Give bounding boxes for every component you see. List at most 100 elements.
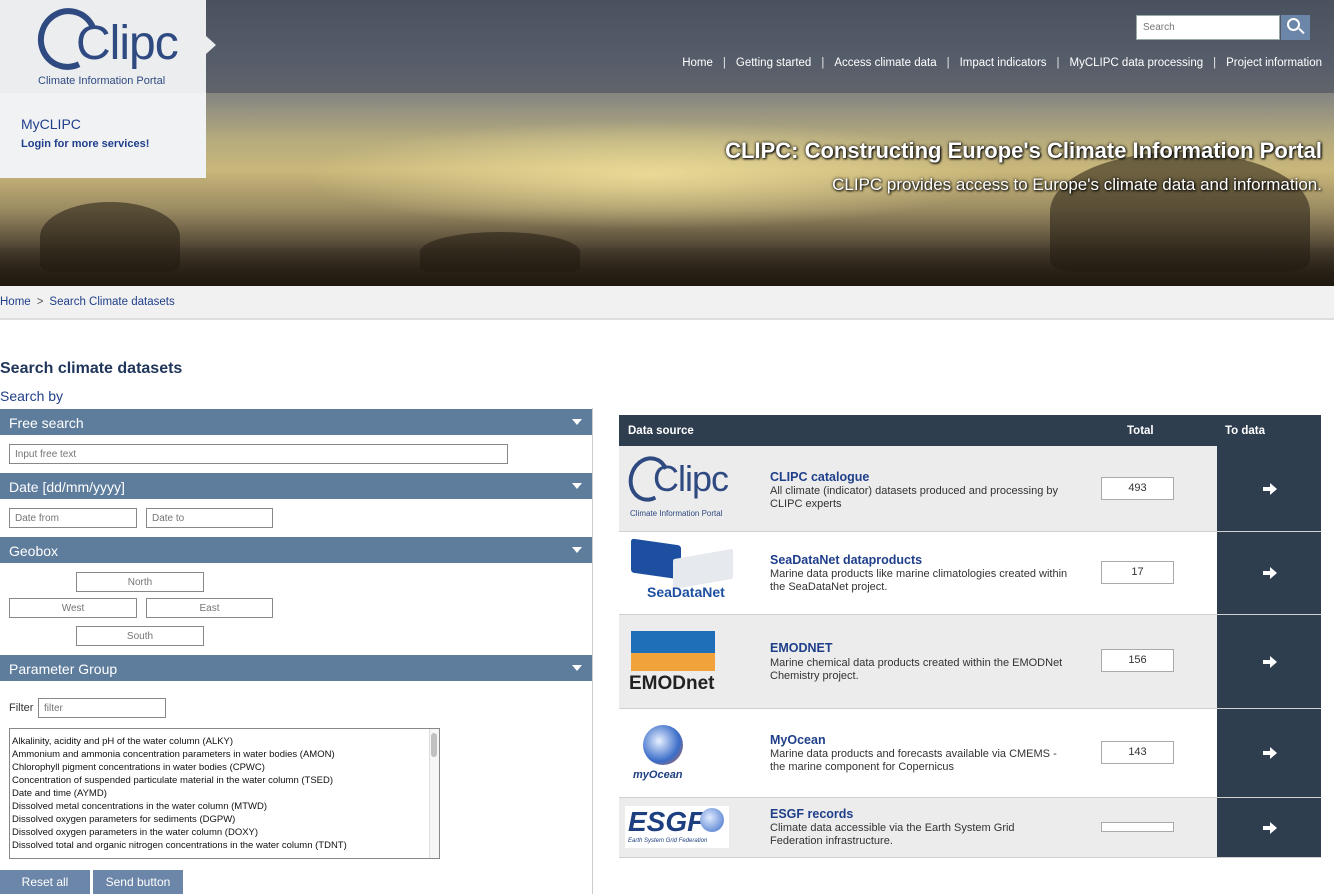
section-date-label: Date [dd/mm/yyyy]	[9, 479, 125, 495]
myclipc-title[interactable]: MyCLIPC	[21, 116, 81, 132]
row-description: All climate (indicator) datasets produce…	[770, 485, 1058, 510]
results-table-header: Data source Total To data	[619, 415, 1321, 446]
hero-title: CLIPC: Constructing Europe's Climate Inf…	[725, 138, 1322, 163]
nav-project-information[interactable]: Project information	[1226, 57, 1322, 69]
chevron-down-icon	[572, 419, 582, 425]
breadcrumb-current[interactable]: Search Climate datasets	[49, 296, 174, 308]
header-total: Total	[1127, 425, 1154, 437]
seadatanet-logo: SeaDataNet	[625, 538, 740, 606]
section-parameter-group[interactable]: Parameter Group	[0, 655, 592, 681]
header-data-source: Data source	[628, 425, 694, 437]
arrow-right-icon	[1263, 747, 1277, 759]
send-button[interactable]: Send button	[93, 870, 183, 894]
logo-subtitle: Climate Information Portal	[38, 75, 166, 87]
arrow-right-icon	[1263, 567, 1277, 579]
row-description: Marine chemical data products created wi…	[770, 657, 1063, 682]
table-row: EMODnet EMODNET Marine chemical data pro…	[619, 615, 1321, 709]
list-item[interactable]: Ammonium and ammonia concentration param…	[10, 748, 439, 761]
list-item[interactable]: Dissolved total and organic nitrogen con…	[10, 839, 439, 852]
row-description: Climate data accessible via the Earth Sy…	[770, 822, 1015, 847]
nav-myclipc-data-processing[interactable]: MyCLIPC data processing	[1070, 57, 1204, 69]
nav-getting-started[interactable]: Getting started	[736, 57, 811, 69]
emodnet-sun-icon	[631, 653, 715, 671]
row-total: 17	[1101, 561, 1174, 584]
nav-home[interactable]: Home	[682, 57, 713, 69]
to-data-button[interactable]	[1217, 446, 1321, 531]
search-by-label: Search by	[0, 388, 64, 404]
list-item[interactable]: Concentration of suspended particulate m…	[10, 774, 439, 787]
section-date[interactable]: Date [dd/mm/yyyy]	[0, 473, 592, 499]
list-item[interactable]: Chlorophyll pigment concentrations in wa…	[10, 761, 439, 774]
arrow-right-icon	[1263, 822, 1277, 834]
row-title[interactable]: MyOcean	[770, 733, 826, 747]
date-to-input[interactable]	[146, 508, 273, 528]
divider	[592, 408, 593, 894]
myocean-logo: myOcean	[625, 719, 705, 789]
to-data-button[interactable]	[1217, 615, 1321, 708]
row-description: Marine data products like marine climato…	[770, 568, 1068, 593]
list-item[interactable]: Dissolved oxygen parameters for sediment…	[10, 813, 439, 826]
section-geobox[interactable]: Geobox	[0, 537, 592, 563]
login-link[interactable]: Login for more services!	[21, 138, 149, 150]
row-total: 143	[1101, 741, 1174, 764]
parameter-listbox[interactable]: Alkalinity, acidity and pH of the water …	[9, 728, 440, 859]
row-total	[1101, 822, 1174, 832]
arrow-right-icon	[1263, 483, 1277, 495]
reset-all-button[interactable]: Reset all	[0, 870, 90, 894]
table-row: myOcean MyOcean Marine data products and…	[619, 709, 1321, 798]
myocean-logo-text: myOcean	[633, 769, 683, 781]
chevron-down-icon	[572, 547, 582, 553]
row-title[interactable]: SeaDataNet dataproducts	[770, 553, 922, 567]
nav-impact-indicators[interactable]: Impact indicators	[960, 57, 1047, 69]
list-item[interactable]: Date and time (AYMD)	[10, 787, 439, 800]
tree-line	[0, 246, 1334, 286]
section-free-search[interactable]: Free search	[0, 409, 592, 435]
row-title[interactable]: CLIPC catalogue	[770, 470, 869, 484]
breadcrumb-bar	[0, 286, 1334, 320]
to-data-button[interactable]	[1217, 532, 1321, 614]
clipc-logo-text: Clipc	[653, 458, 729, 499]
to-data-button[interactable]	[1217, 709, 1321, 797]
row-title[interactable]: EMODNET	[770, 641, 833, 655]
list-item[interactable]: Alkalinity, acidity and pH of the water …	[10, 735, 439, 748]
myclipc-panel	[0, 93, 206, 178]
section-parameter-group-label: Parameter Group	[9, 661, 118, 677]
emodnet-logo: EMODnet	[625, 629, 725, 699]
east-input[interactable]	[146, 598, 273, 618]
esgf-logo-sub: Earth System Grid Federation	[628, 838, 708, 844]
emodnet-logo-text: EMODnet	[629, 673, 715, 694]
breadcrumb-home[interactable]: Home	[0, 296, 31, 308]
date-from-input[interactable]	[9, 508, 137, 528]
list-item[interactable]: Dissolved oxygen parameters in the water…	[10, 826, 439, 839]
search-button[interactable]	[1281, 15, 1310, 40]
search-input[interactable]	[1136, 15, 1280, 40]
esgf-logo-text: ESGF	[628, 806, 705, 837]
seadatanet-logo-text: SeaDataNet	[647, 584, 725, 600]
to-data-button[interactable]	[1217, 798, 1321, 857]
table-row: SeaDataNet SeaDataNet dataproducts Marin…	[619, 532, 1321, 615]
table-row: Clipc Climate Information Portal CLIPC c…	[619, 446, 1321, 532]
free-text-input[interactable]	[9, 444, 508, 464]
section-geobox-label: Geobox	[9, 543, 59, 559]
hero-subtitle: CLIPC provides access to Europe's climat…	[832, 175, 1322, 194]
row-description: Marine data products and forecasts avail…	[770, 748, 1057, 773]
clipc-logo-sub: Climate Information Portal	[630, 509, 723, 518]
scrollbar[interactable]	[429, 729, 439, 858]
nav-access-climate-data[interactable]: Access climate data	[834, 57, 936, 69]
logo-text: Clipc	[76, 17, 179, 70]
breadcrumb: Home > Search Climate datasets	[0, 296, 175, 308]
page-title: Search climate datasets	[0, 360, 183, 377]
chevron-down-icon	[572, 665, 582, 671]
filter-input[interactable]	[38, 698, 166, 718]
arrow-right-icon	[1263, 656, 1277, 668]
row-total: 156	[1101, 649, 1174, 672]
row-title[interactable]: ESGF records	[770, 807, 853, 821]
top-navigation: Home | Getting started | Access climate data…	[682, 57, 1322, 69]
north-input[interactable]	[76, 572, 204, 592]
west-input[interactable]	[9, 598, 137, 618]
panel-arrow-icon	[206, 36, 216, 54]
scrollbar-thumb[interactable]	[431, 733, 437, 757]
south-input[interactable]	[76, 626, 204, 646]
section-free-search-label: Free search	[9, 415, 84, 431]
list-item[interactable]: Dissolved metal concentrations in the wa…	[10, 800, 439, 813]
